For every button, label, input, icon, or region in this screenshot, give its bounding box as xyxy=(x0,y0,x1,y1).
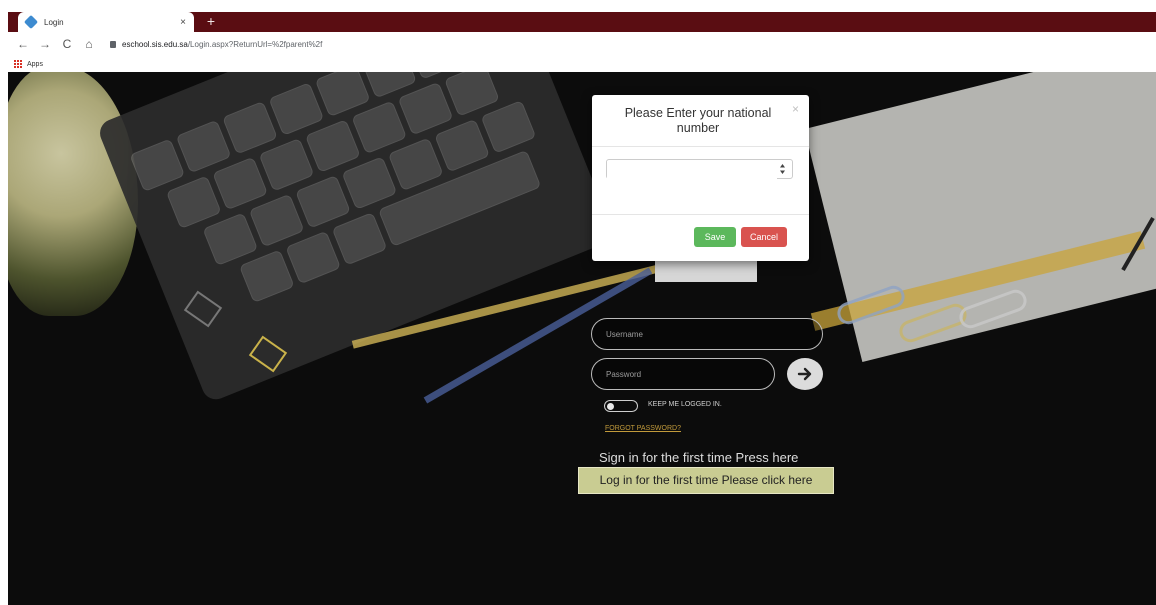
browser-toolbar: ← → C ⌂ eschool.sis.edu.sa /Login.aspx?R… xyxy=(0,32,1156,56)
page: Login × + ← → C ⌂ eschool.sis.edu.sa /Lo… xyxy=(0,0,1156,605)
back-arrow-icon[interactable]: ← xyxy=(14,37,32,51)
national-number-modal: Please Enter your national number × Save… xyxy=(592,95,809,261)
browser-tab-strip: Login × + xyxy=(0,0,1156,32)
modal-body xyxy=(592,147,809,215)
apps-grid-icon[interactable] xyxy=(14,60,22,68)
number-spinner-icon[interactable] xyxy=(779,163,786,175)
url-host: eschool.sis.edu.sa xyxy=(122,39,188,49)
password-field[interactable] xyxy=(591,358,775,390)
keep-logged-in-label: KEEP ME LOGGED IN. xyxy=(648,401,722,408)
username-field[interactable] xyxy=(591,318,823,350)
save-button[interactable]: Save xyxy=(694,227,736,247)
keyboard-decoration xyxy=(95,72,617,404)
home-icon[interactable]: ⌂ xyxy=(80,37,98,51)
arrow-right-icon xyxy=(797,367,812,381)
forward-arrow-icon[interactable]: → xyxy=(36,37,54,51)
login-page-background xyxy=(8,72,1156,605)
reload-icon[interactable]: C xyxy=(58,37,76,51)
site-favicon-icon xyxy=(23,14,39,30)
first-time-sign-in-text: Sign in for the first time Press here xyxy=(599,450,799,465)
toggle-knob xyxy=(607,403,614,410)
browser-tab-login[interactable]: Login × xyxy=(18,12,194,32)
plant-decoration xyxy=(8,72,138,316)
modal-title: Please Enter your national number xyxy=(624,106,772,135)
password-input[interactable] xyxy=(592,359,774,389)
login-submit-button[interactable] xyxy=(787,358,823,390)
bookmark-apps[interactable]: Apps xyxy=(27,61,43,68)
keep-logged-in-toggle[interactable] xyxy=(604,400,638,412)
first-time-login-button[interactable]: Log in for the first time Please click h… xyxy=(578,467,834,494)
tab-title: Login xyxy=(44,17,64,27)
url-path: /Login.aspx?ReturnUrl=%2fparent%2f xyxy=(187,39,323,49)
bookmarks-bar: Apps xyxy=(0,56,1156,72)
address-bar[interactable]: eschool.sis.edu.sa /Login.aspx?ReturnUrl… xyxy=(110,40,322,49)
modal-footer: Save Cancel xyxy=(592,215,809,261)
national-number-input[interactable] xyxy=(607,161,777,179)
forgot-password-link[interactable]: FORGOT PASSWORD? xyxy=(605,425,681,432)
lock-icon xyxy=(110,40,116,48)
username-input[interactable] xyxy=(592,319,822,349)
new-tab-button[interactable]: + xyxy=(203,13,219,29)
tab-close-icon[interactable]: × xyxy=(180,17,186,28)
modal-header: Please Enter your national number × xyxy=(592,95,809,147)
modal-close-icon[interactable]: × xyxy=(792,102,799,116)
national-number-field[interactable] xyxy=(606,159,793,179)
cancel-button[interactable]: Cancel xyxy=(741,227,787,247)
